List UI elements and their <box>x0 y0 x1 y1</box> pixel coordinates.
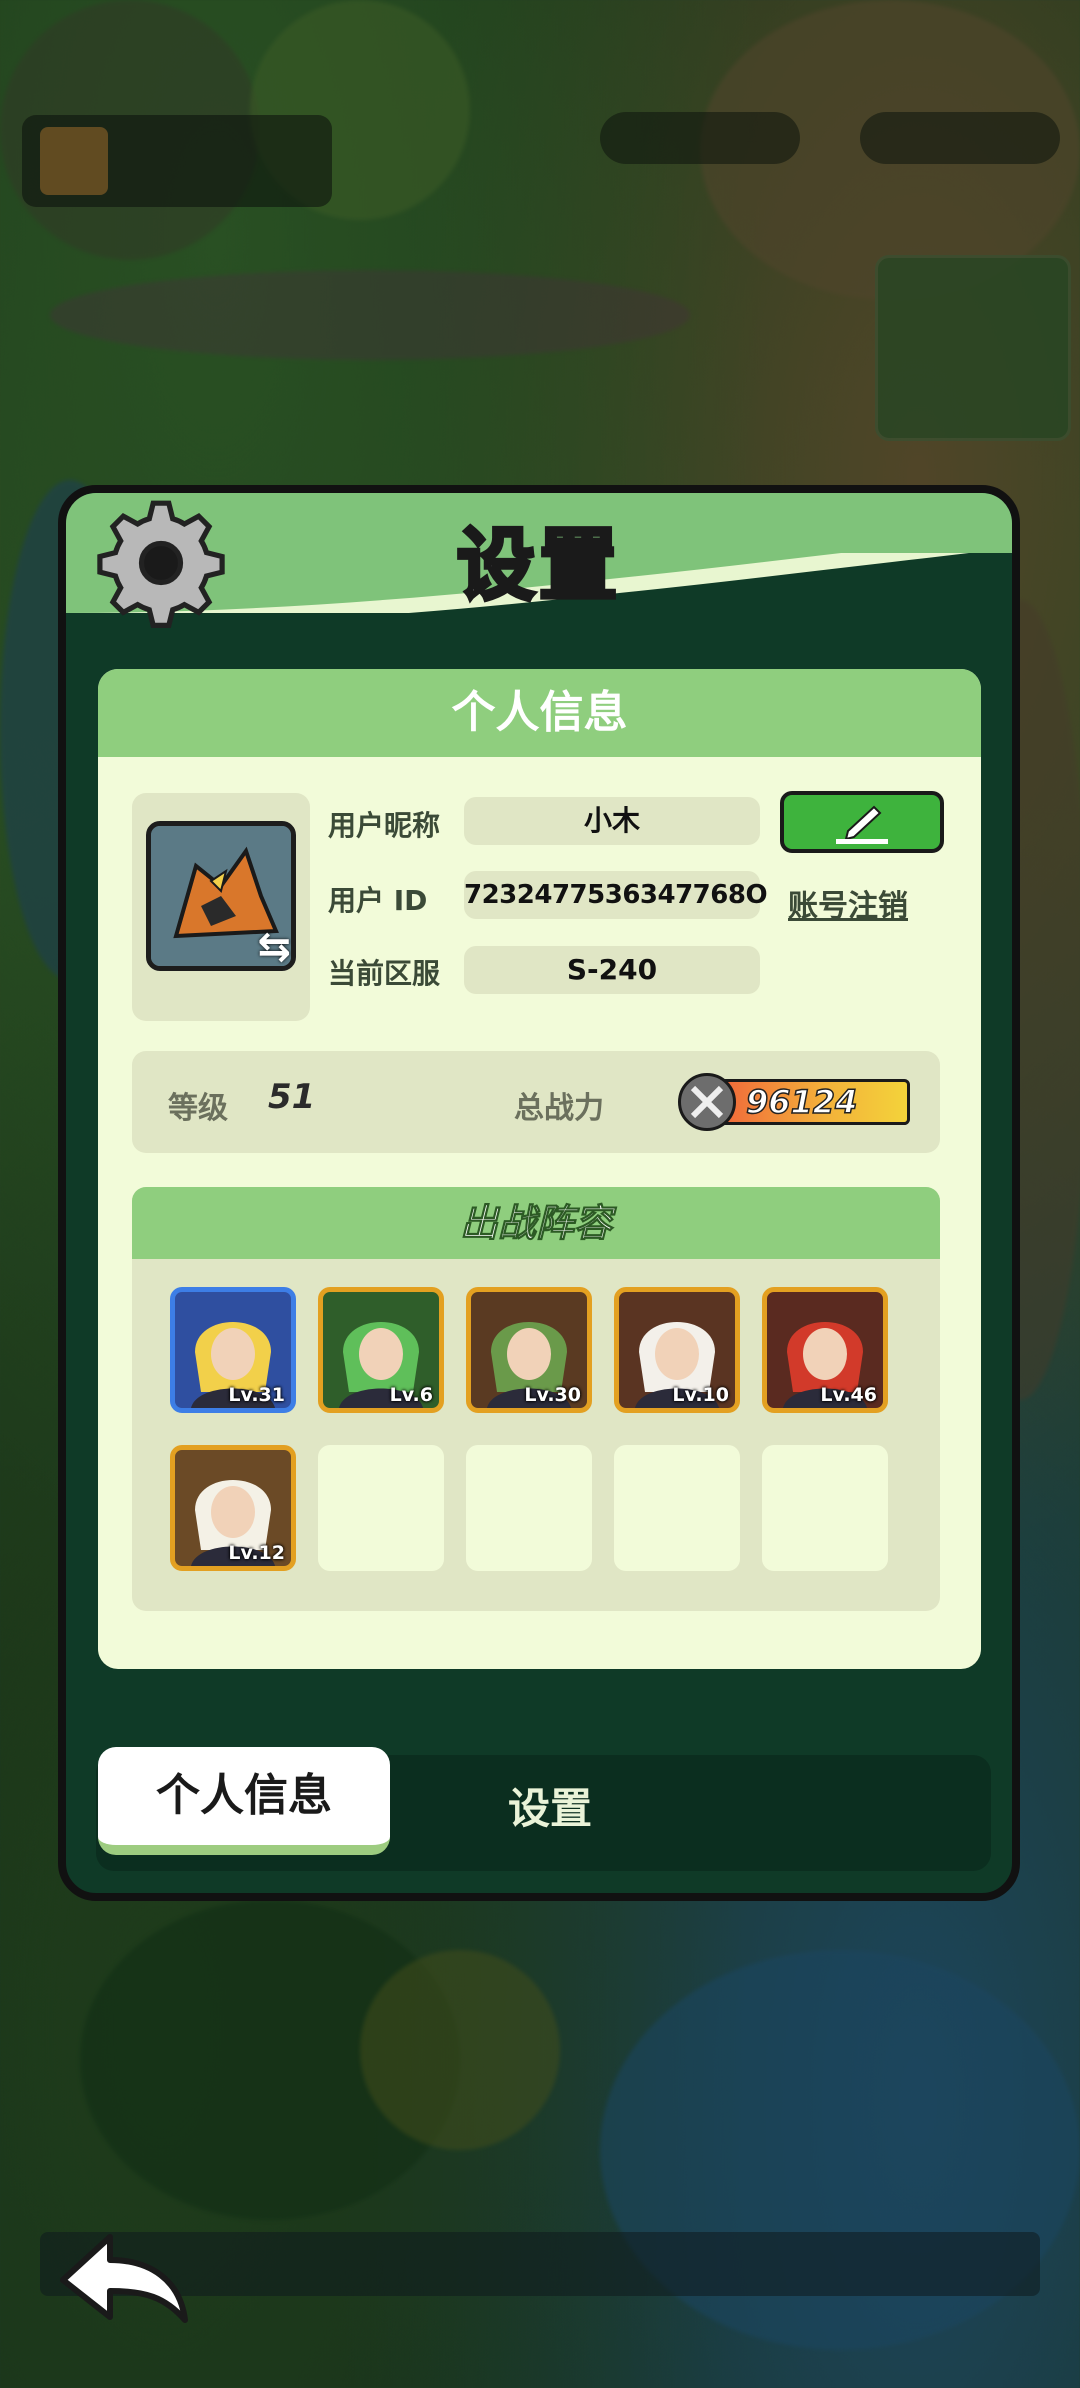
power-badge: 96124 <box>678 1073 912 1131</box>
gear-icon <box>97 500 225 628</box>
hero-level: Lv.10 <box>672 1384 729 1406</box>
lineup-title: 出战阵容 <box>132 1187 940 1259</box>
hero-slot[interactable]: Lv.30 <box>466 1287 592 1413</box>
settings-dialog: 设置 个人信息 ⇆ 用户昵称 小木 用户 ID 7232477536347768… <box>58 485 1020 1901</box>
tab-settings[interactable]: 设置 <box>508 1775 592 1836</box>
level-value: 51 <box>268 1077 316 1117</box>
tab-profile[interactable]: 个人信息 <box>98 1747 390 1855</box>
hero-slot[interactable]: Lv.10 <box>614 1287 740 1413</box>
hero-slot[interactable]: Lv.12 <box>170 1445 296 1571</box>
stats-bar: 等级 51 总战力 96124 <box>132 1051 940 1153</box>
hero-slot[interactable]: Lv.31 <box>170 1287 296 1413</box>
power-label: 总战力 <box>514 1091 604 1126</box>
hero-level: Lv.31 <box>228 1384 285 1406</box>
bottom-tabbar: 个人信息 设置 <box>96 1747 991 1871</box>
crossed-swords-icon <box>678 1073 736 1131</box>
swap-arrows-icon: ⇆ <box>257 924 291 970</box>
account-deregister-link[interactable]: 账号注销 <box>788 881 908 925</box>
empty-hero-slot[interactable] <box>318 1445 444 1571</box>
server-label: 当前区服 <box>328 957 441 990</box>
nickname-value: 小木 <box>464 797 760 845</box>
empty-hero-slot[interactable] <box>762 1445 888 1571</box>
hero-slot[interactable]: Lv.6 <box>318 1287 444 1413</box>
hero-level: Lv.30 <box>524 1384 581 1406</box>
user-id-value: 7232477536347768O <box>464 871 768 919</box>
hero-slot[interactable]: Lv.46 <box>762 1287 888 1413</box>
hero-level: Lv.12 <box>228 1542 285 1564</box>
empty-hero-slot[interactable] <box>466 1445 592 1571</box>
empty-hero-slot[interactable] <box>614 1445 740 1571</box>
back-arrow-icon[interactable] <box>55 2225 195 2330</box>
hero-level: Lv.6 <box>389 1384 433 1406</box>
server-value: S-240 <box>464 946 760 994</box>
user-id-label: 用户 ID <box>328 884 428 917</box>
nickname-label: 用户昵称 <box>328 809 441 842</box>
pencil-icon <box>836 805 888 844</box>
level-label: 等级 <box>168 1091 228 1126</box>
battle-lineup: 出战阵容 Lv.31 Lv.6 Lv.30 Lv.10 Lv.46 Lv.12 <box>132 1187 940 1611</box>
profile-panel: 个人信息 ⇆ 用户昵称 小木 用户 ID 7232477536347768O 账… <box>98 669 981 1669</box>
hero-level: Lv.46 <box>820 1384 877 1406</box>
edit-nickname-button[interactable] <box>780 791 944 853</box>
avatar-container[interactable]: ⇆ <box>132 793 310 1021</box>
profile-section-title: 个人信息 <box>98 669 981 757</box>
power-value: 96124 <box>745 1082 858 1122</box>
avatar[interactable]: ⇆ <box>146 821 296 971</box>
